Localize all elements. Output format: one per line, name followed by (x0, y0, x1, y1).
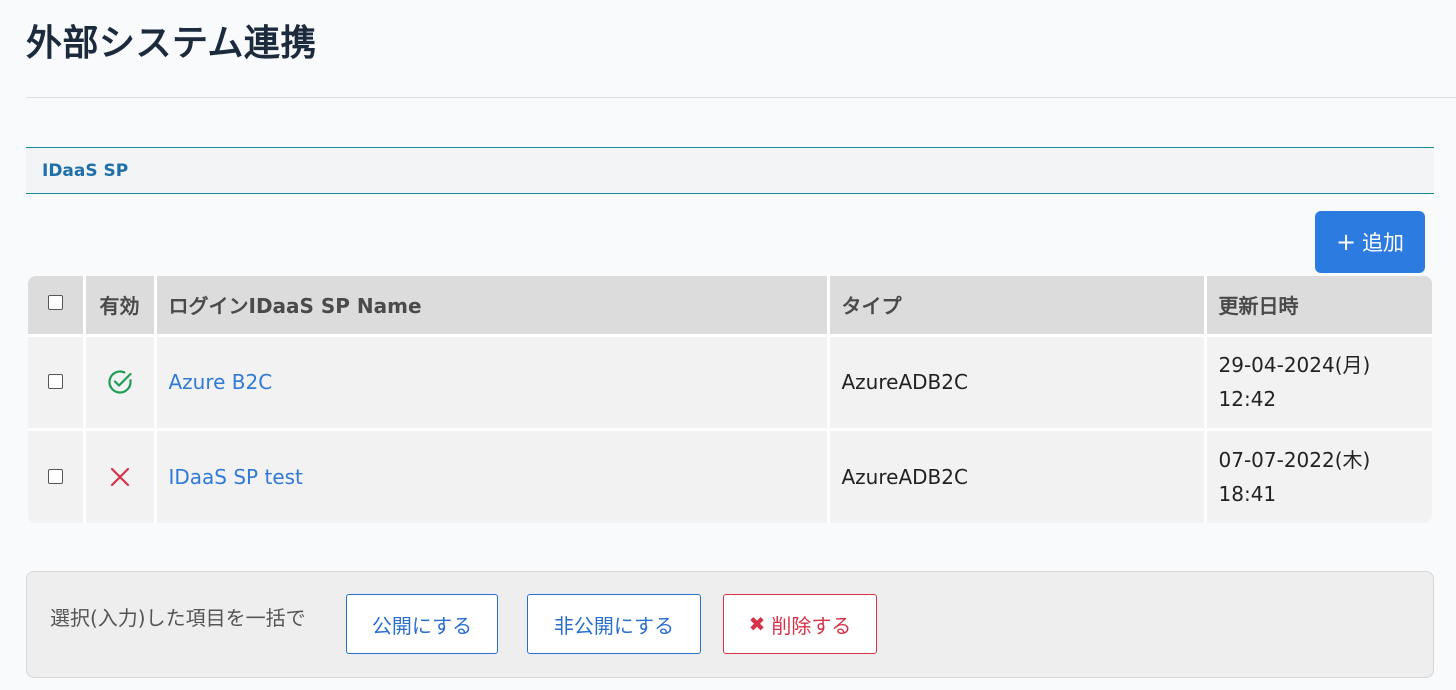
row-checkbox[interactable] (47, 374, 63, 389)
header-name: ログインIDaaS SP Name (155, 276, 830, 337)
bulk-action-bar: 選択(入力)した項目を一括で 公開にする 非公開にする ✖ 削除する (26, 571, 1434, 678)
select-all-checkbox[interactable] (47, 294, 63, 310)
updated-time: 18:41 (1218, 481, 1277, 506)
publish-button[interactable]: 公開にする (346, 594, 498, 654)
section-title: IDaaS SP (42, 160, 129, 181)
updated-cell: 07-07-2022(木) 18:41 (1205, 429, 1432, 523)
bulk-action-label: 選択(入力)した項目を一括で (50, 606, 306, 630)
type-cell: AzureADB2C (828, 429, 1207, 523)
table-header-row: 有効 ログインIDaaS SP Name タイプ 更新日時 (28, 276, 1432, 337)
sp-name-link[interactable]: Azure B2C (169, 370, 273, 394)
updated-date: 29-04-2024(月) (1218, 353, 1371, 377)
updated-date: 07-07-2022(木) (1218, 447, 1371, 472)
sp-name-link[interactable]: IDaaS SP test (169, 465, 303, 489)
type-cell: AzureADB2C (828, 335, 1207, 431)
delete-button-label: 削除する (771, 613, 852, 638)
header-updated: 更新日時 (1205, 276, 1432, 337)
header-checkbox-cell (28, 276, 86, 337)
times-icon: ✖ (748, 612, 766, 636)
page-title: 外部システム連携 (26, 23, 317, 64)
row-checkbox-cell (28, 429, 86, 523)
title-divider (26, 97, 1456, 98)
check-circle-icon (107, 370, 132, 394)
name-cell: IDaaS SP test (155, 429, 830, 523)
add-button-label: 追加 (1362, 231, 1405, 255)
updated-cell: 29-04-2024(月) 12:42 (1205, 335, 1432, 431)
add-button[interactable]: + 追加 (1315, 211, 1425, 273)
row-checkbox-cell (28, 335, 86, 431)
publish-button-label: 公開にする (371, 613, 473, 638)
unpublish-button-label: 非公開にする (553, 613, 675, 638)
table-row: Azure B2C AzureADB2C 29-04-2024(月) 12:42 (28, 335, 1432, 431)
section-header: IDaaS SP (26, 147, 1434, 194)
unpublish-button[interactable]: 非公開にする (527, 594, 701, 654)
plus-icon: + (1335, 228, 1357, 256)
delete-button[interactable]: ✖ 削除する (723, 594, 877, 654)
header-enabled: 有効 (84, 276, 157, 337)
name-cell: Azure B2C (155, 335, 830, 431)
header-type: タイプ (828, 276, 1207, 337)
status-cell (84, 429, 157, 523)
table-row: IDaaS SP test AzureADB2C 07-07-2022(木) 1… (28, 429, 1432, 523)
x-icon (110, 467, 129, 487)
updated-time: 12:42 (1218, 387, 1277, 411)
row-checkbox[interactable] (47, 468, 63, 484)
sp-table: 有効 ログインIDaaS SP Name タイプ 更新日時 Azure B2C … (28, 276, 1432, 523)
status-cell (84, 335, 157, 431)
